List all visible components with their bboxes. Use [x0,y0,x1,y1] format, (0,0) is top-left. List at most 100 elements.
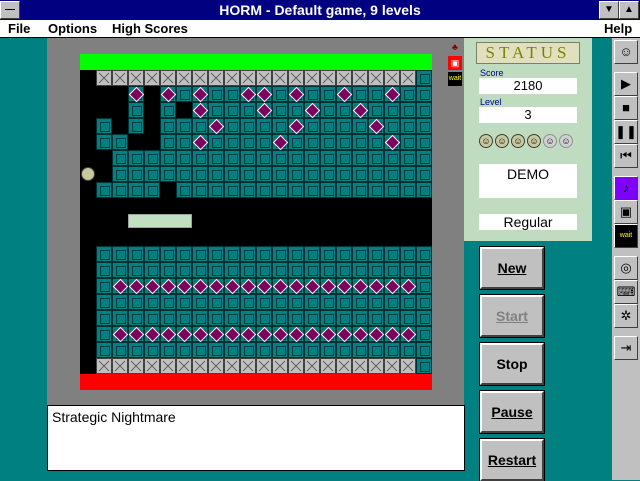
brick [352,118,368,134]
diamond-bonus [352,102,368,118]
restart-button[interactable]: Restart [479,438,545,481]
game-board-frame [47,38,464,405]
brick [192,262,208,278]
brick [128,262,144,278]
brick [192,310,208,326]
steel-brick [224,70,240,86]
diamond-bonus [144,326,160,342]
brick [256,310,272,326]
brick [336,166,352,182]
brick [320,310,336,326]
diamond-bonus [224,326,240,342]
brick [208,294,224,310]
pause-icon[interactable]: ❚❚ [614,120,638,144]
menu-help[interactable]: Help [604,20,632,38]
diamond-bonus [336,326,352,342]
maximize-button[interactable]: ▲ [619,1,639,19]
brick [272,166,288,182]
sound-toggle-icon[interactable]: ▣ [614,200,638,224]
target-icon[interactable]: ◎ [614,256,638,280]
steel-brick [336,70,352,86]
brick [416,150,432,166]
brick [240,294,256,310]
diamond-bonus [240,326,256,342]
keyboard-icon[interactable]: ⌨ [614,280,638,304]
diamond-bonus [304,326,320,342]
speaker-icon[interactable]: ▣ [448,56,462,70]
smiley-icon[interactable]: ☺ [614,40,638,64]
rewind-icon[interactable]: ⏮ [614,144,638,168]
brick [400,102,416,118]
brick [112,182,128,198]
exit-icon[interactable]: ⇥ [614,336,638,360]
diamond-bonus [272,326,288,342]
menu-options[interactable]: Options [48,20,97,38]
music-icon[interactable]: ♪ [614,176,638,200]
life-icon-inactive: ☺ [543,134,557,148]
steel-brick [320,70,336,86]
brick [400,342,416,358]
brick [288,182,304,198]
title-bar: — HORM - Default game, 9 levels ▼ ▲ [0,0,640,20]
right-toolbar: ☺ ▶ ■ ❚❚ ⏮ ♪ ▣ wait ◎ ⌨ ✲ ⇥ [612,38,640,480]
brick [256,294,272,310]
brick [368,86,384,102]
diamond-bonus [288,278,304,294]
brick [336,262,352,278]
pause-button[interactable]: Pause [479,390,545,434]
stop-label: Stop [496,356,528,372]
diamond-bonus [240,278,256,294]
menu-file[interactable]: File [8,20,30,38]
brick [384,102,400,118]
brick [128,310,144,326]
diamond-bonus [272,134,288,150]
brick [288,166,304,182]
minimize-button[interactable]: ▼ [599,1,619,19]
brick [208,134,224,150]
brick [128,118,144,134]
mode-display: DEMO [479,164,577,198]
brick [400,182,416,198]
brick [192,166,208,182]
brick [320,182,336,198]
wait-toggle-icon[interactable]: wait [614,224,638,248]
system-menu-button[interactable]: — [0,1,20,19]
brick [304,182,320,198]
diamond-bonus [400,278,416,294]
brick [256,166,272,182]
brick [416,134,432,150]
brick [192,182,208,198]
brick [160,102,176,118]
sound-icon[interactable]: ♣ [448,40,462,54]
brick [320,150,336,166]
brick [416,166,432,182]
steel-brick [192,70,208,86]
brick [320,262,336,278]
steel-brick [128,358,144,374]
stop-icon[interactable]: ■ [614,96,638,120]
brick [96,310,112,326]
brick [416,70,432,86]
steel-brick [272,358,288,374]
brick [240,134,256,150]
brick [208,310,224,326]
pause-label: Pause [491,404,533,420]
brick [208,150,224,166]
score-label: Score [480,68,504,78]
brick [160,246,176,262]
menu-high-scores[interactable]: High Scores [112,20,188,38]
brick [224,86,240,102]
start-button[interactable]: Start [479,294,545,338]
brick [144,262,160,278]
play-icon[interactable]: ▶ [614,72,638,96]
gear-icon[interactable]: ✲ [614,304,638,328]
brick [144,166,160,182]
brick [336,134,352,150]
game-board[interactable] [80,54,432,390]
wait-icon[interactable]: wait [448,72,462,86]
new-button[interactable]: New [479,246,545,290]
brick [336,294,352,310]
brick [144,294,160,310]
brick [176,246,192,262]
stop-button[interactable]: Stop [479,342,545,386]
